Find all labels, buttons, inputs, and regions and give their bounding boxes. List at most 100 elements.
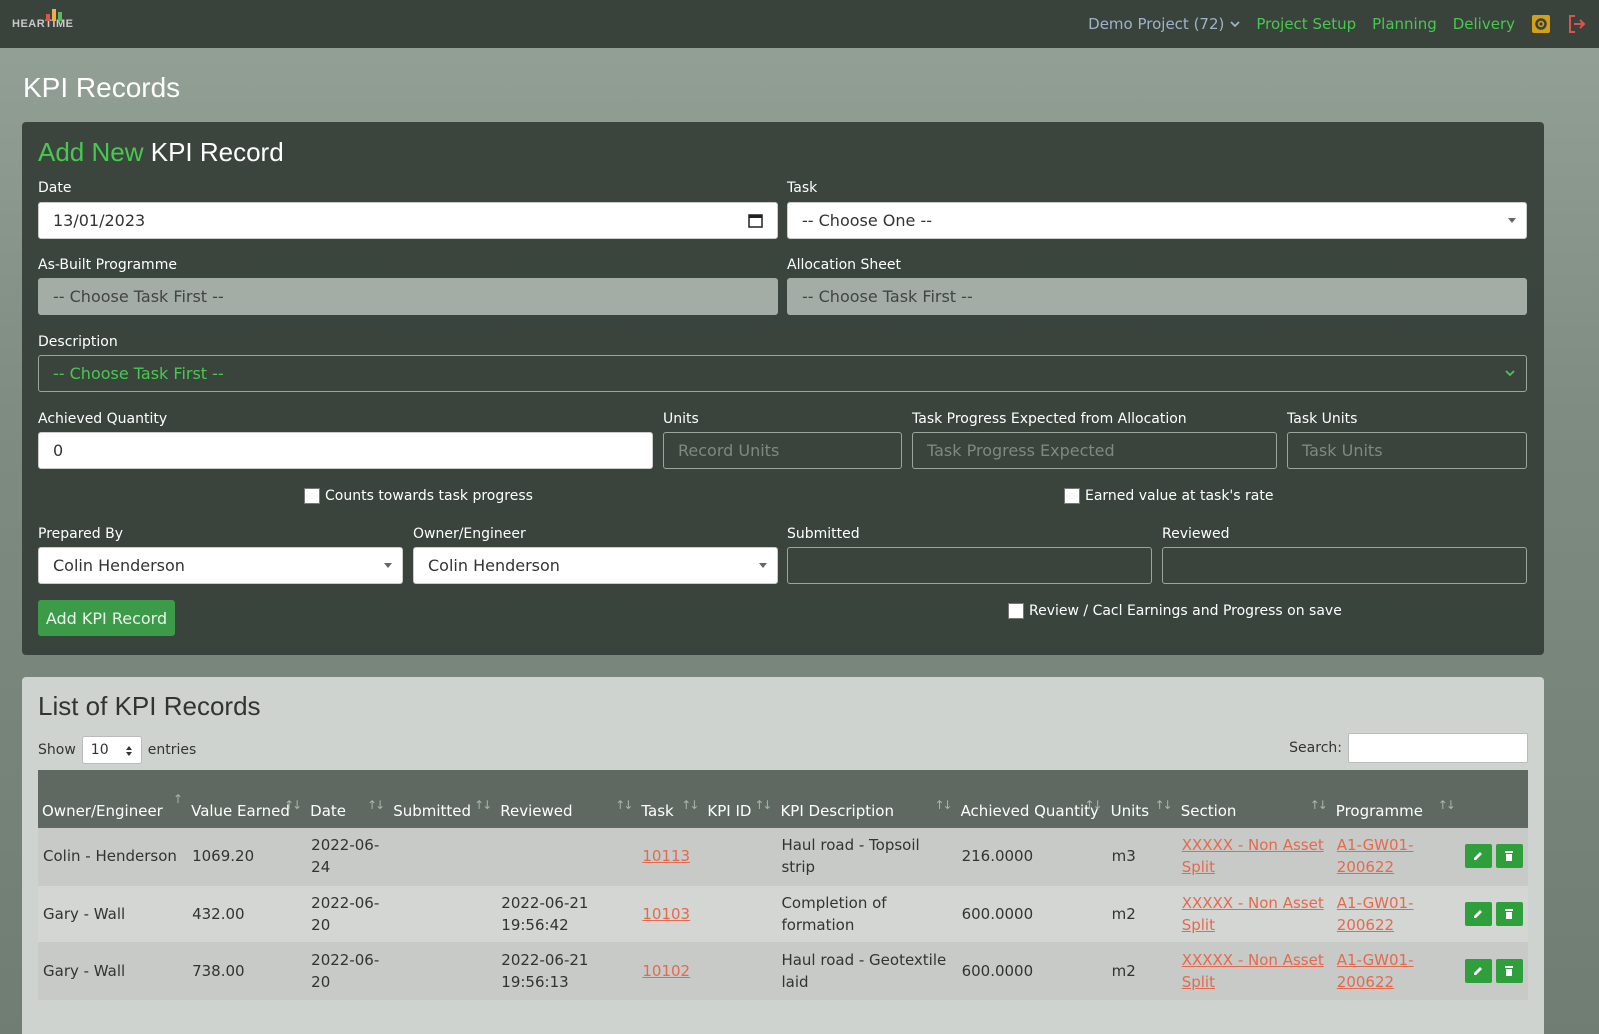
description-select[interactable]: -- Choose Task First -- <box>38 355 1527 392</box>
section-link[interactable]: XXXXX - Non Asset Split <box>1182 836 1324 876</box>
programme-link[interactable]: A1-GW01-200622 <box>1337 894 1414 934</box>
chevron-down-icon <box>1505 370 1515 377</box>
col-label: KPI Description <box>780 802 894 820</box>
col-achieved-qty[interactable]: Achieved Quantity ↑↓ <box>957 770 1107 828</box>
section-link[interactable]: XXXXX - Non Asset Split <box>1182 951 1324 991</box>
prepared-value: Colin Henderson <box>53 556 185 575</box>
sort-icon: ↑↓ <box>367 798 385 812</box>
col-label: Programme <box>1335 802 1423 820</box>
add-kpi-button[interactable]: Add KPI Record <box>38 600 175 636</box>
kpi-table: Owner/Engineer ↑ Value Earned ↑↓ Date ↑↓ Su… <box>38 770 1528 1000</box>
progress-input[interactable]: Task Progress Expected <box>912 432 1277 469</box>
sort-icon: ↑↓ <box>1084 798 1103 812</box>
pencil-icon <box>1474 909 1483 918</box>
section-link[interactable]: XXXXX - Non Asset Split <box>1182 894 1324 934</box>
description-value: -- Choose Task First -- <box>53 364 224 383</box>
checkbox-box[interactable] <box>304 488 320 504</box>
achieved-quantity-input[interactable]: 0 <box>38 432 653 469</box>
edit-button[interactable] <box>1464 958 1492 983</box>
search-input[interactable] <box>1348 733 1528 763</box>
programme-link[interactable]: A1-GW01-200622 <box>1337 951 1414 991</box>
calendar-icon[interactable] <box>748 213 763 228</box>
owner-select[interactable]: Colin Henderson <box>413 547 778 584</box>
reviewed-input[interactable] <box>1162 547 1527 584</box>
cell-value: 738.00 <box>192 961 245 980</box>
nav-planning[interactable]: Planning <box>1372 15 1437 33</box>
submitted-input[interactable] <box>787 547 1152 584</box>
date-value: 13/01/2023 <box>53 211 146 230</box>
progress-label: Task Progress Expected from Allocation <box>912 411 1187 427</box>
taskunits-input[interactable]: Task Units <box>1287 432 1527 469</box>
project-dropdown[interactable]: Demo Project (72) <box>1088 15 1240 33</box>
logo-bars <box>46 9 62 21</box>
col-kpi-description[interactable]: KPI Description ↑↓ <box>776 770 956 828</box>
table-row: Gary - Wall 738.00 2022-06-20 2022-06-21… <box>38 942 1528 999</box>
show-entries: Show 10 entries <box>38 736 196 764</box>
cell-desc: Completion of formation <box>781 893 887 934</box>
delete-button[interactable] <box>1495 958 1523 983</box>
cell-units: m3 <box>1111 847 1136 866</box>
cell-submitted <box>389 942 496 999</box>
task-link[interactable]: 10102 <box>642 962 690 980</box>
task-select[interactable]: -- Choose One -- <box>787 202 1527 239</box>
cell-section: XXXXX - Non Asset Split <box>1177 885 1332 942</box>
cell-owner: Colin - Henderson <box>43 847 177 866</box>
col-programme[interactable]: Programme ↑↓ <box>1332 770 1460 828</box>
top-navbar: HEARTIME Demo Project (72) Project Setup… <box>0 0 1599 48</box>
edit-button[interactable] <box>1464 844 1492 869</box>
logout-icon[interactable] <box>1567 14 1587 34</box>
col-submitted[interactable]: Submitted ↑↓ <box>389 770 496 828</box>
checkbox-box[interactable] <box>1008 603 1024 619</box>
review-calc-checkbox[interactable]: Review / Cacl Earnings and Progress on s… <box>1008 603 1342 619</box>
entries-select[interactable]: 10 <box>81 736 142 764</box>
cell-value: 1069.20 <box>192 847 255 866</box>
programme-link[interactable]: A1-GW01-200622 <box>1337 836 1414 876</box>
earned-value-checkbox[interactable]: Earned value at task's rate <box>1064 488 1273 504</box>
task-link[interactable]: 10113 <box>642 847 690 865</box>
task-link[interactable]: 10103 <box>642 905 690 923</box>
nav-delivery[interactable]: Delivery <box>1453 15 1515 33</box>
owner-label: Owner/Engineer <box>413 526 526 542</box>
updown-icon <box>125 746 132 756</box>
checkbox-box[interactable] <box>1064 488 1080 504</box>
description-label: Description <box>38 334 118 350</box>
edit-button[interactable] <box>1464 901 1492 926</box>
sort-icon: ↑↓ <box>615 798 633 812</box>
col-units[interactable]: Units ↑↓ <box>1107 770 1177 828</box>
trash-icon <box>1505 851 1514 862</box>
trash-icon <box>1505 908 1514 919</box>
col-reviewed[interactable]: Reviewed ↑↓ <box>496 770 637 828</box>
nav-project-setup[interactable]: Project Setup <box>1256 15 1356 33</box>
submitted-label: Submitted <box>787 526 860 542</box>
allocation-select[interactable]: -- Choose Task First -- <box>787 278 1527 315</box>
table-header-row: Owner/Engineer ↑ Value Earned ↑↓ Date ↑↓ Su… <box>38 770 1528 828</box>
asbuilt-select[interactable]: -- Choose Task First -- <box>38 278 778 315</box>
cell-kpi-id <box>703 828 776 885</box>
owner-value: Colin Henderson <box>428 556 560 575</box>
col-section[interactable]: Section ↑↓ <box>1177 770 1332 828</box>
counts-progress-checkbox[interactable]: Counts towards task progress <box>304 488 533 504</box>
prepared-by-select[interactable]: Colin Henderson <box>38 547 403 584</box>
delete-button[interactable] <box>1495 901 1523 926</box>
allocation-label: Allocation Sheet <box>787 257 901 273</box>
settings-icon[interactable] <box>1531 14 1551 34</box>
col-kpi-id[interactable]: KPI ID ↑↓ <box>703 770 776 828</box>
col-owner[interactable]: Owner/Engineer ↑ <box>38 770 187 828</box>
delete-button[interactable] <box>1495 844 1523 869</box>
app-logo[interactable]: HEARTIME <box>12 9 76 39</box>
search-label: Search: <box>1289 740 1342 756</box>
col-date[interactable]: Date ↑↓ <box>306 770 389 828</box>
date-field[interactable]: 13/01/2023 <box>38 202 778 239</box>
caret-down-icon <box>384 563 392 568</box>
col-label: Value Earned <box>191 802 290 820</box>
col-task[interactable]: Task ↑↓ <box>637 770 703 828</box>
cell-kpi-id <box>703 942 776 999</box>
entries-label: entries <box>147 742 197 758</box>
cell-date: 2022-06-20 <box>311 950 380 991</box>
col-value-earned[interactable]: Value Earned ↑↓ <box>187 770 306 828</box>
table-row: Gary - Wall 432.00 2022-06-20 2022-06-21… <box>38 885 1528 942</box>
progress-placeholder: Task Progress Expected <box>927 441 1115 460</box>
cell-programme: A1-GW01-200622 <box>1332 828 1460 885</box>
cell-submitted <box>389 885 496 942</box>
units-input[interactable]: Record Units <box>663 432 902 469</box>
